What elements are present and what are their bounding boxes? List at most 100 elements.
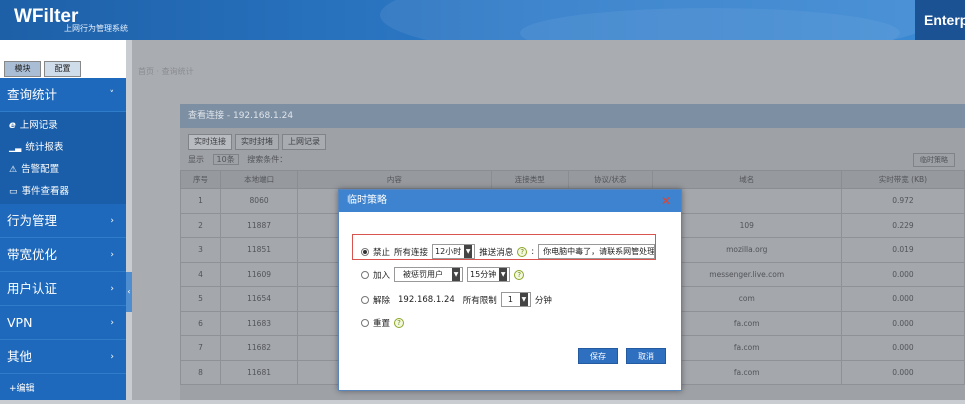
table-cell: 0.000 [840, 286, 965, 312]
dialog-title: 临时策略 ✕ [339, 190, 681, 212]
help-icon[interactable]: ? [394, 318, 405, 328]
dialog-title-text: 临时策略 [347, 195, 387, 206]
limit-label: 所有限制 [462, 295, 497, 306]
sidebar-section-auth[interactable]: 用户认证 › [0, 272, 126, 306]
duration-value: 12小时 [435, 247, 462, 256]
column-header[interactable]: 实时带宽 (KB) [840, 170, 965, 189]
sidebar: 模块 配置 查询统计 ˅ e 上网记录 ▁▃ 统计报表 ⚠ 告警配置 ▭ 事件查… [0, 40, 126, 400]
table-cell: 6 [180, 310, 221, 336]
option-join: 加入 被惩罚用户 ▼ 15分钟 ▼ ? [361, 267, 525, 282]
sidebar-section-label: VPN [7, 315, 33, 330]
table-cell: 11887 [219, 212, 299, 238]
table-cell: 2 [180, 212, 221, 238]
minutes-select[interactable]: 1 ▼ [500, 292, 531, 307]
alert-icon: ⚠ [9, 165, 18, 175]
tab-web-log[interactable]: 上网记录 [282, 134, 326, 150]
join-duration-select[interactable]: 15分钟 ▼ [467, 267, 511, 282]
cancel-button[interactable]: 取消 [626, 348, 666, 364]
table-cell: 11851 [219, 237, 299, 263]
sidebar-item-label: 事件查看器 [21, 186, 70, 197]
column-header[interactable]: 本地端口 [219, 170, 299, 189]
table-cell: 11681 [219, 359, 299, 385]
sidebar-item-alerts[interactable]: ⚠ 告警配置 [0, 159, 126, 181]
connections-toolbar: 显示 10条 搜索条件： 临时策略 [180, 150, 965, 170]
breadcrumb: 首页 · 查询统计 [138, 67, 194, 76]
chevron-right-icon: › [110, 216, 114, 226]
ip-label: 192.168.1.24 [398, 294, 455, 305]
sidebar-item-reports[interactable]: ▁▃ 统计报表 [0, 137, 126, 159]
dropdown-arrow-icon: ▼ [464, 245, 473, 258]
table-cell: 5 [180, 286, 221, 312]
sidebar-section-label: 行为管理 [7, 213, 58, 228]
help-icon[interactable]: ? [517, 246, 528, 257]
sidebar-section-behavior[interactable]: 行为管理 › [0, 204, 126, 238]
radio-block[interactable] [361, 247, 369, 256]
page-size-select[interactable]: 10条 [212, 154, 239, 165]
sidebar-section-bandwidth[interactable]: 带宽优化 › [0, 238, 126, 272]
table-cell: 0.019 [840, 237, 965, 263]
table-cell: 8 [180, 359, 221, 385]
sidebar-item-event-viewer[interactable]: ▭ 事件查看器 [0, 181, 126, 203]
sidebar-section-vpn[interactable]: VPN › [0, 306, 126, 340]
column-header[interactable]: 域名 [651, 170, 842, 189]
chevron-right-icon: › [110, 250, 114, 260]
table-cell: 11609 [219, 261, 299, 287]
option-reset: 重置 ? [361, 317, 405, 329]
tab-live-connections[interactable]: 实时连接 [188, 134, 232, 150]
sidebar-item-label: 统计报表 [25, 142, 64, 153]
edition-label: Enterp [915, 0, 965, 40]
radio-release[interactable] [361, 295, 369, 304]
group-select[interactable]: 被惩罚用户 ▼ [394, 267, 464, 282]
option-label: 禁止 [373, 247, 391, 258]
table-cell: 0.000 [840, 310, 965, 336]
column-header[interactable]: 序号 [180, 170, 221, 189]
table-cell: 3 [180, 237, 221, 263]
app-subtitle: 上网行为管理系统 [64, 24, 128, 33]
table-cell: 0.000 [840, 359, 965, 385]
column-header[interactable]: 内容 [297, 170, 492, 189]
table-cell: 11683 [219, 310, 299, 336]
tab-live-blocks[interactable]: 实时封堵 [235, 134, 279, 150]
unit-label: 分钟 [534, 295, 552, 306]
dropdown-arrow-icon: ▼ [519, 293, 528, 306]
temp-policy-dialog: 临时策略 ✕ 禁止 所有连接 12小时 ▼ 推送消息 ? : 你电脑中毒了，请联系… [338, 189, 682, 391]
search-label: 搜索条件： [247, 155, 288, 164]
chevron-down-icon: ˅ [109, 90, 115, 100]
sidebar-section-label: 用户认证 [7, 281, 58, 296]
dropdown-arrow-icon: ▼ [452, 268, 461, 281]
close-icon[interactable]: ✕ [661, 190, 671, 212]
duration-select[interactable]: 12小时 ▼ [432, 244, 476, 259]
push-message-input[interactable]: 你电脑中毒了，请联系网管处理。 [538, 244, 656, 259]
colon-label: : [531, 246, 535, 257]
option-block: 禁止 所有连接 12小时 ▼ 推送消息 ? : 你电脑中毒了，请联系网管处理。 [361, 244, 656, 259]
radio-reset[interactable] [361, 319, 369, 327]
table-cell: 8060 [219, 188, 299, 214]
table-cell: 0.972 [840, 188, 965, 214]
column-header[interactable]: 协议/状态 [567, 170, 653, 189]
tab-config[interactable]: 配置 [44, 61, 81, 77]
connections-dialog-title: 查看连接 - 192.168.1.24 [180, 104, 965, 128]
sidebar-item-web-log[interactable]: e 上网记录 [0, 115, 126, 137]
event-icon: ▭ [9, 187, 18, 197]
push-label: 推送消息 [479, 247, 514, 258]
chevron-right-icon: › [110, 318, 114, 328]
table-cell: 0.000 [840, 335, 965, 361]
sidebar-section-label: 其他 [7, 349, 33, 364]
table-cell: 0.000 [840, 261, 965, 287]
option-label: 重置 [373, 319, 391, 329]
radio-join[interactable] [361, 270, 369, 279]
ie-icon: e [9, 120, 16, 131]
help-icon[interactable]: ? [514, 269, 525, 280]
table-cell: 7 [180, 335, 221, 361]
chevron-right-icon: › [110, 284, 114, 294]
temp-policy-button[interactable]: 临时策略 [913, 153, 955, 167]
sidebar-section-other[interactable]: 其他 › [0, 340, 126, 374]
save-button[interactable]: 保存 [578, 348, 618, 364]
table-cell: 0.229 [840, 212, 965, 238]
duration-value: 15分钟 [470, 270, 497, 279]
column-header[interactable]: 连接类型 [490, 170, 569, 189]
minutes-value: 1 [507, 295, 513, 304]
sidebar-section-query[interactable]: 查询统计 ˅ [0, 78, 126, 112]
option-label: 加入 [373, 270, 391, 281]
tab-modules[interactable]: 模块 [4, 61, 41, 77]
